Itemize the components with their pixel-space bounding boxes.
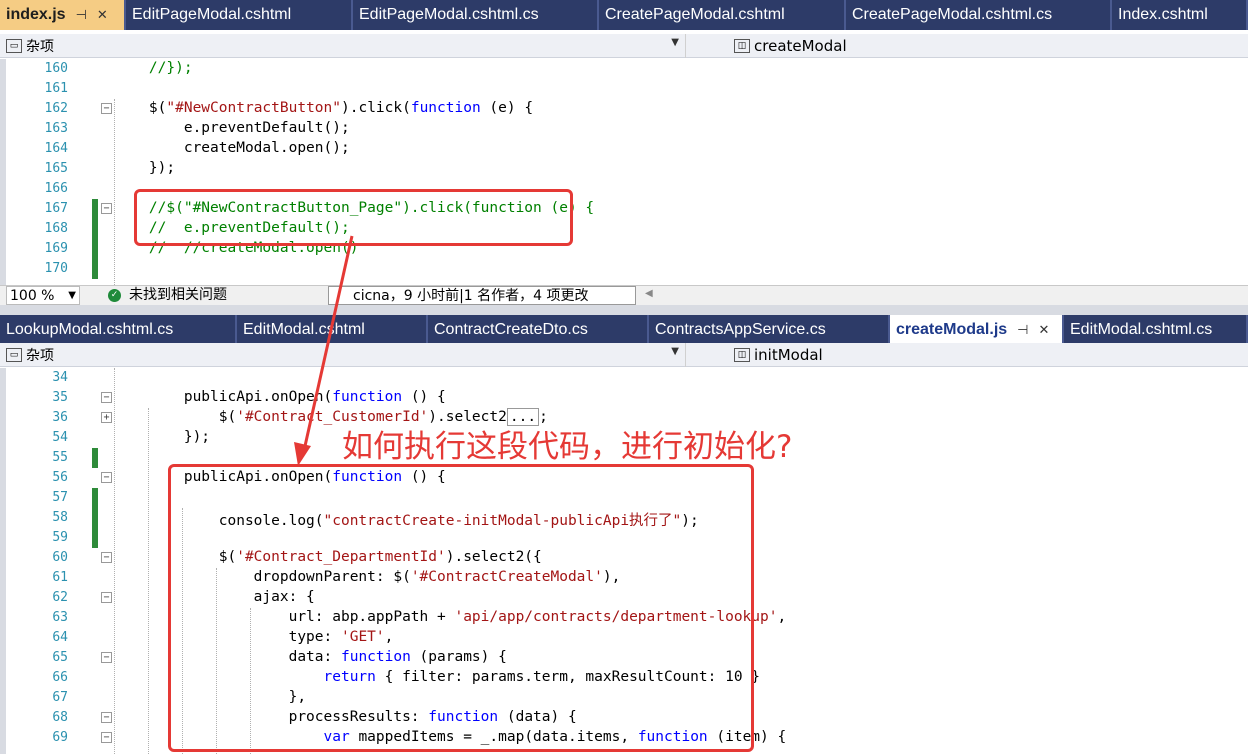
arrow-head	[294, 442, 311, 466]
annotation-arrow	[294, 235, 354, 466]
annotation-text: 如何执行这段代码，进行初始化?	[342, 429, 793, 465]
